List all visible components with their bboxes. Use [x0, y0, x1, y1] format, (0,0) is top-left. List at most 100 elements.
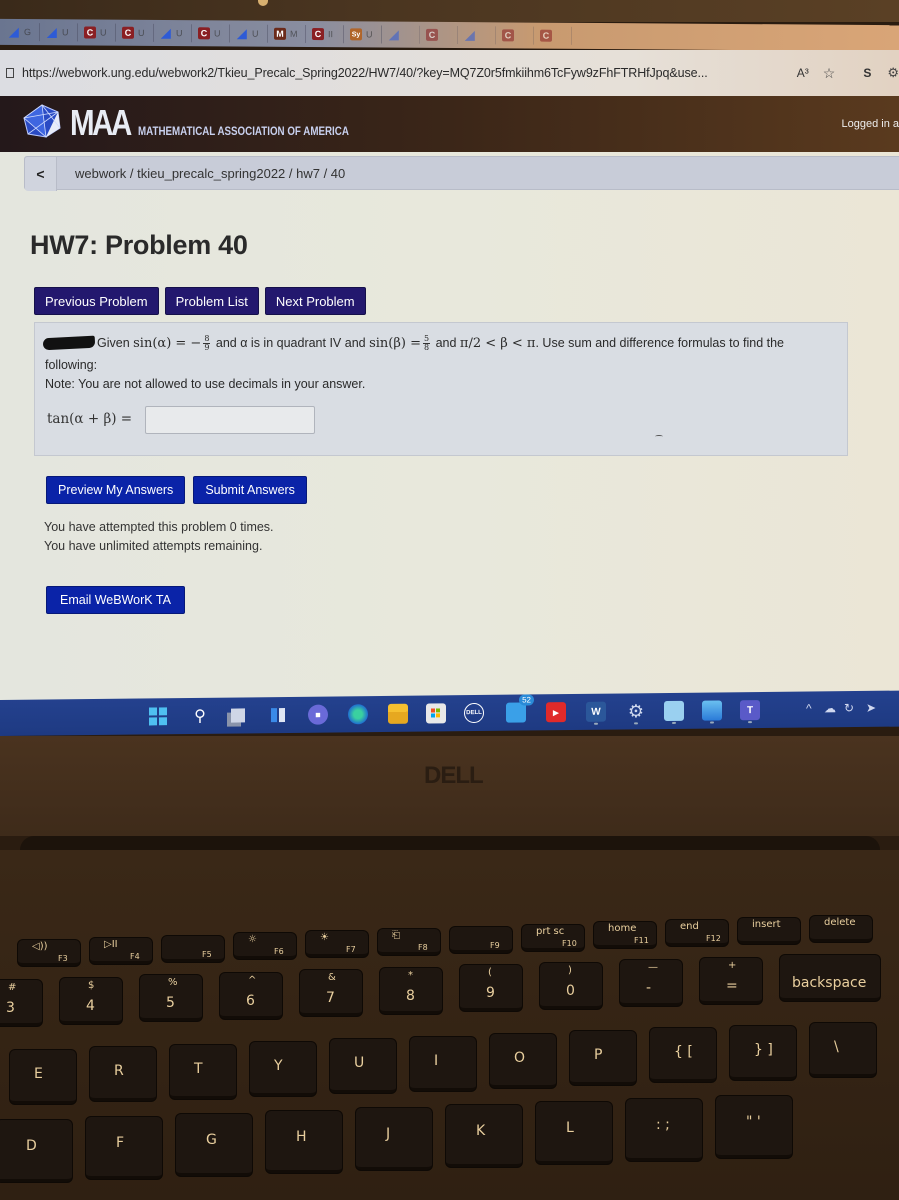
key-f5[interactable]: F5 [162, 935, 224, 962]
submit-answers-button[interactable]: Submit Answers [193, 476, 307, 504]
answer-input[interactable] [145, 406, 315, 434]
sync-icon[interactable]: ↻ [844, 701, 854, 715]
dell-icon[interactable]: DELL [464, 702, 484, 724]
key-4[interactable]: $4 [60, 977, 122, 1024]
key-f9[interactable]: F9 [450, 926, 512, 953]
key-P[interactable]: P [570, 1031, 636, 1086]
mail-icon[interactable]: 52 [506, 694, 534, 723]
browser-tab[interactable]: CU [194, 24, 230, 43]
store-icon[interactable] [426, 703, 446, 724]
maa-header: MAA MATHEMATICAL ASSOCIATION OF AMERICA … [0, 96, 899, 152]
key-G[interactable]: G [176, 1114, 252, 1176]
browser-tab[interactable]: MM [270, 24, 306, 43]
next-problem-button[interactable]: Next Problem [264, 287, 366, 315]
key-J[interactable]: J [356, 1108, 432, 1170]
key-f11[interactable]: home F11 [594, 922, 656, 949]
key-=[interactable]: + = [700, 957, 762, 1004]
key-F[interactable]: F [86, 1117, 162, 1179]
key--[interactable]: — - [620, 960, 682, 1006]
key-I[interactable]: I [410, 1036, 476, 1091]
browser-tab[interactable]: ◢ [384, 25, 420, 44]
back-button[interactable]: < [25, 157, 57, 191]
key-U[interactable]: U [330, 1039, 396, 1094]
key-5[interactable]: % 5 [140, 975, 202, 1021]
key-f8[interactable]: ⎗ F8 [378, 929, 440, 955]
key-Y[interactable]: Y [250, 1041, 316, 1096]
key-T[interactable]: T [170, 1044, 236, 1099]
tab-label: U [138, 27, 145, 38]
key-f10[interactable]: prt sc F10 [522, 924, 584, 951]
key-7[interactable]: & 7 [300, 970, 362, 1016]
email-ta-button[interactable]: Email WeBWorK TA [46, 586, 185, 614]
whiteboard-icon[interactable] [664, 700, 684, 722]
teams-icon[interactable]: T [740, 700, 760, 721]
browser-tab[interactable]: Sy U [346, 25, 382, 44]
url-text[interactable]: https://webwork.ung.edu/webwork2/Tkieu_P… [22, 66, 708, 80]
browser-tab[interactable]: C [422, 25, 458, 45]
key-0[interactable]: ) 0 [540, 962, 602, 1009]
start-icon[interactable] [148, 706, 168, 726]
url-field[interactable]: https://webwork.ung.edu/webwork2/Tkieu_P… [0, 56, 789, 90]
key-\[interactable]: \ [810, 1023, 876, 1077]
browser-tab[interactable]: C [498, 26, 534, 45]
browser-tab[interactable]: C [536, 26, 572, 45]
key-6[interactable]: ^ 6 [220, 972, 282, 1019]
browser-tab[interactable]: C II [308, 25, 344, 44]
preview-answers-button[interactable]: Preview My Answers [46, 476, 186, 504]
key-shift-label: $ [88, 979, 95, 991]
key-{[[interactable]: { [ [650, 1028, 716, 1083]
add-favorite-icon[interactable]: ☆ [823, 65, 836, 82]
key-insert[interactable]: insert [738, 918, 800, 944]
onedrive-icon[interactable]: ☁ [824, 701, 836, 715]
word-icon[interactable]: W [586, 701, 606, 722]
browser-tab[interactable]: ◢ [460, 26, 496, 45]
extensions-icon[interactable]: ⚙ [887, 65, 899, 81]
key-L[interactable]: L [536, 1102, 612, 1164]
key-O[interactable]: O [490, 1033, 556, 1088]
edge-icon[interactable] [348, 704, 368, 725]
settings-icon[interactable]: ⚙ [626, 701, 646, 721]
key-f7[interactable]: ☀ F7 [306, 931, 368, 958]
key-}][interactable]: } ] [730, 1025, 796, 1080]
key-f4[interactable]: ▷II F4 [90, 937, 152, 964]
read-aloud-icon[interactable]: A³ [797, 66, 809, 80]
key-backspace[interactable]: backspace [780, 955, 880, 1001]
key-8[interactable]: * 8 [380, 967, 442, 1014]
extension-s-icon[interactable]: S [863, 66, 871, 80]
key-delete[interactable]: delete [810, 915, 872, 942]
breadcrumb: < webwork / tkieu_precalc_spring2022 / h… [24, 156, 899, 191]
key-:;[interactable]: : ; [626, 1099, 702, 1161]
previous-problem-button[interactable]: Previous Problem [34, 287, 159, 315]
key-E[interactable]: E [10, 1050, 76, 1104]
search-icon[interactable]: ⚲ [190, 706, 210, 726]
key-f12[interactable]: end F12 [666, 920, 728, 947]
key-D[interactable]: D [0, 1120, 72, 1182]
key-[interactable]: " ' [716, 1096, 792, 1158]
browser-tab[interactable]: ◢ U [42, 23, 78, 42]
key-3[interactable]: #3 [0, 980, 42, 1026]
browser-tab[interactable]: CU [118, 23, 154, 42]
laptop-bezel [0, 0, 899, 22]
show-hidden-icons-icon[interactable]: ^ [806, 702, 812, 716]
browser-tab[interactable]: CU [80, 23, 116, 42]
key-H[interactable]: H [266, 1111, 342, 1173]
key-R[interactable]: R [90, 1047, 156, 1102]
logged-in-status: Logged in a [841, 118, 899, 130]
key-9[interactable]: (9 [460, 965, 522, 1011]
browser-tab[interactable]: ◢ U [156, 23, 192, 43]
file-explorer-icon[interactable] [388, 703, 408, 724]
teams-chat-icon[interactable]: ■ [308, 704, 328, 725]
problem-list-button[interactable]: Problem List [164, 287, 259, 315]
breadcrumb-path[interactable]: webwork / tkieu_precalc_spring2022 / hw7… [75, 166, 345, 181]
key-label: 8 [406, 987, 415, 1004]
photos-icon[interactable] [702, 700, 722, 721]
location-icon[interactable]: ➤ [866, 701, 876, 715]
youtube-icon[interactable]: ▶ [546, 702, 566, 723]
key-f3[interactable]: ◁)) F3 [18, 940, 80, 966]
widgets-icon[interactable] [268, 705, 288, 725]
key-f6[interactable]: ☼ F6 [234, 933, 296, 960]
key-K[interactable]: K [446, 1105, 522, 1167]
browser-tab[interactable]: ◢ U [232, 24, 268, 43]
task-view-icon[interactable] [228, 705, 248, 725]
browser-tab[interactable]: ◢ G [4, 22, 40, 42]
